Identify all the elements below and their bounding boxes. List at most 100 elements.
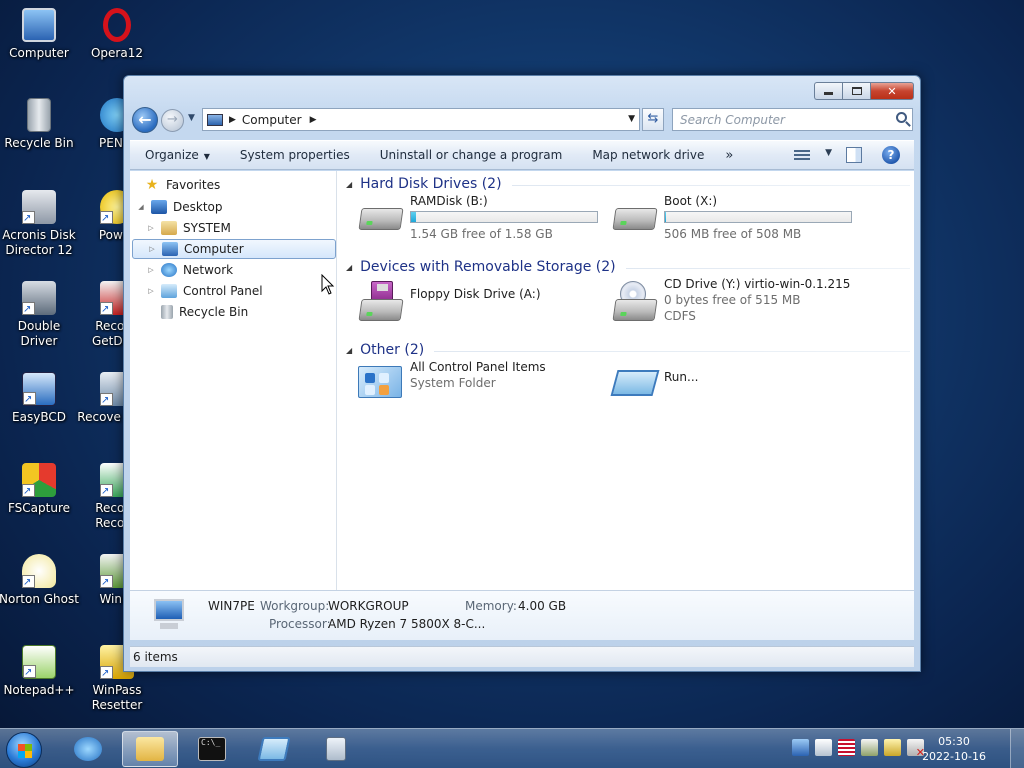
item-name: Run... [664,370,699,384]
drive-usage-bar [664,211,852,223]
nav-favorites-label: Favorites [166,178,221,192]
breadcrumb-chevron-icon[interactable]: ▶ [229,115,236,125]
nav-system[interactable]: ▷ SYSTEM [146,218,231,238]
expand-arrow-icon[interactable]: ▷ [146,266,156,274]
ghost-icon [22,554,56,590]
nav-desktop[interactable]: ◢ Desktop [136,197,223,217]
computer-name: WIN7PE [208,599,255,613]
more-commands-button[interactable]: » [719,148,739,163]
expand-arrow-icon[interactable]: ▷ [146,287,156,295]
desktop-icon-easybcd[interactable]: EasyBCD [0,372,79,425]
refresh-icon: ⇆ [647,111,659,126]
taskbar-calculator[interactable] [308,731,364,767]
maximize-button[interactable] [842,82,870,100]
network-tray-icon[interactable] [792,739,809,756]
expand-arrow-icon[interactable]: ▷ [147,245,157,253]
control-panel-icon [161,284,177,298]
show-desktop-button[interactable] [1010,729,1024,768]
help-icon[interactable]: ? [882,146,900,164]
computer-icon [22,8,56,42]
nav-favorites[interactable]: ★ Favorites [144,175,221,195]
search-box[interactable] [672,108,913,131]
nav-recycle-bin[interactable]: Recycle Bin [161,302,248,322]
forward-button[interactable]: → [161,109,184,132]
address-bar[interactable]: ▶ Computer ▶ ▼ [202,108,640,131]
drive-filesystem: CDFS [664,309,696,323]
nav-computer[interactable]: ▷ Computer [132,239,336,259]
drive-ramdisk[interactable]: RAMDisk (B:) 1.54 GB free of 1.58 GB [356,194,606,244]
desktop-icon-recycle-bin[interactable]: Recycle Bin [0,98,79,151]
item-control-panel[interactable]: All Control Panel Items System Folder [356,360,606,410]
drive-free-space: 0 bytes free of 515 MB [664,293,801,307]
hard-drive-icon [356,198,404,238]
clock-time: 05:30 [938,735,970,748]
windows-logo-icon [18,744,32,758]
drive-free-space: 506 MB free of 508 MB [664,227,802,241]
drive-name: Boot (X:) [664,194,718,208]
expand-arrow-icon[interactable]: ▷ [146,224,156,232]
search-input[interactable] [680,112,880,127]
recent-pages-dropdown[interactable]: ▼ [188,113,195,123]
refresh-button[interactable]: ⇆ [642,108,664,131]
view-options-dropdown[interactable]: ▼ [812,148,832,158]
clock[interactable]: 05:30 2022-10-16 [922,734,986,764]
change-view-icon[interactable] [794,148,810,162]
drive-boot[interactable]: Boot (X:) 506 MB free of 508 MB [610,194,860,244]
group-header-removable[interactable]: ◢ Devices with Removable Storage (2) [346,257,910,277]
desktop-icon-norton-ghost[interactable]: Norton Ghost [0,554,79,607]
processor-value: AMD Ryzen 7 5800X 8-C... [328,617,486,631]
preview-pane-icon[interactable] [846,147,862,163]
drive-floppy[interactable]: Floppy Disk Drive (A:) [356,277,606,327]
nav-network[interactable]: ▷ Network [146,260,233,280]
language-flag-icon[interactable] [838,739,855,756]
workgroup-label: Workgroup: [260,599,330,613]
drive-free-space: 1.54 GB free of 1.58 GB [410,227,553,241]
keyboard-tray-icon[interactable] [861,739,878,756]
network-globe-icon [161,263,177,277]
back-button[interactable]: ← [132,107,158,133]
computer-icon [148,599,188,633]
start-button[interactable] [6,732,42,768]
usb-tray-icon[interactable] [815,739,832,756]
desktop-icon-acronis[interactable]: Acronis Disk Director 12 [0,190,79,258]
taskbar-command-prompt[interactable]: C:\_ [184,731,240,767]
map-network-drive-button[interactable]: Map network drive [577,148,719,162]
breadcrumb-computer[interactable]: Computer [242,113,302,127]
user-folder-icon [161,221,177,235]
desktop-icon-opera12[interactable]: Opera12 [77,8,157,61]
nav-control-panel[interactable]: ▷ Control Panel [146,281,263,301]
organize-menu[interactable]: Organize ▼ [130,148,225,162]
group-header-other[interactable]: ◢ Other (2) [346,340,910,360]
desktop-icon-notepadpp[interactable]: Notepad++ [0,645,79,698]
control-panel-icon [356,364,404,404]
memory-value: 4.00 GB [518,599,567,613]
uninstall-program-button[interactable]: Uninstall or change a program [365,148,578,162]
computer-icon [207,113,223,126]
desktop-icon-label: Norton Ghost [0,592,79,606]
desktop-icon-double-driver[interactable]: Double Driver [0,281,79,349]
close-button[interactable]: ✕ [870,82,914,100]
address-dropdown-icon[interactable]: ▼ [628,114,635,124]
taskbar-network-app[interactable] [60,731,116,767]
run-icon [610,364,660,404]
drive-usage-bar [410,211,598,223]
navigation-pane: ★ Favorites ◢ Desktop ▷ SYSTEM ▷ Compute… [130,171,337,590]
command-prompt-icon: C:\_ [198,737,226,761]
taskbar-explorer[interactable] [122,731,178,767]
device-tray-icon[interactable] [884,739,901,756]
desktop-icon-fscapture[interactable]: FSCapture [0,463,79,516]
desktop-icon-computer[interactable]: Computer [0,8,79,61]
breadcrumb-chevron-icon[interactable]: ▶ [310,115,317,125]
system-properties-button[interactable]: System properties [225,148,365,162]
system-tray: ✕ [792,739,925,759]
group-header-hard-disks[interactable]: ◢ Hard Disk Drives (2) [346,174,910,194]
mouse-cursor-icon [321,274,335,295]
minimize-button[interactable] [814,82,842,100]
collapse-arrow-icon[interactable]: ◢ [136,203,146,211]
nav-network-label: Network [183,263,234,277]
drive-cd[interactable]: CD Drive (Y:) virtio-win-0.1.215 0 bytes… [610,277,860,327]
item-run[interactable]: Run... [610,360,860,410]
taskbar-run[interactable] [246,731,302,767]
search-icon[interactable] [896,112,907,123]
recycle-bin-icon [27,98,51,132]
